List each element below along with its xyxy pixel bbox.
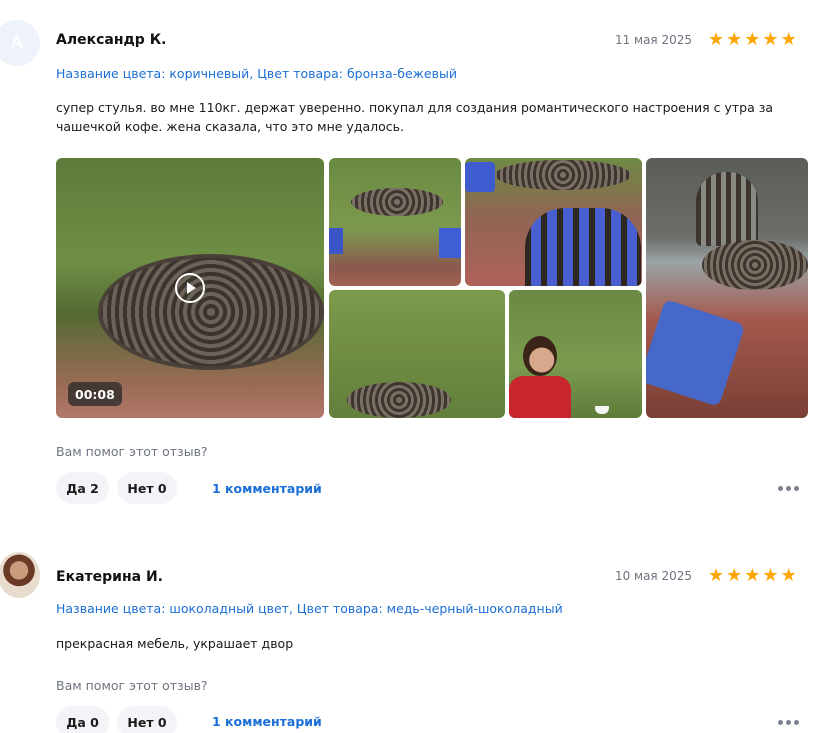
comments-link[interactable]: 1 комментарий <box>212 714 322 729</box>
vote-no-button[interactable]: Нет 0 <box>117 706 177 733</box>
star-icon: ★ <box>744 565 761 586</box>
variant-info: Название цвета: коричневый, Цвет товара:… <box>56 66 457 81</box>
star-icon: ★ <box>762 565 779 586</box>
photo-detail <box>646 299 746 407</box>
vote-yes-button[interactable]: Да 2 <box>56 472 109 504</box>
photo-detail <box>439 228 461 258</box>
avatar[interactable]: А <box>0 20 40 66</box>
photo-detail <box>347 382 451 418</box>
star-icon: ★ <box>726 29 743 50</box>
review-text: прекрасная мебель, украшает двор <box>56 636 294 651</box>
helpful-question: Вам помог этот отзыв? <box>56 678 208 693</box>
review-date: 10 мая 2025 <box>614 569 692 583</box>
vote-yes-button[interactable]: Да 0 <box>56 706 109 733</box>
review-date: 11 мая 2025 <box>614 33 692 47</box>
star-icon: ★ <box>744 29 761 50</box>
review-photo[interactable] <box>329 158 461 286</box>
review-author[interactable]: Екатерина И. <box>56 569 163 585</box>
review-photo[interactable] <box>465 158 642 286</box>
review-text: супер стулья. во мне 110кг. держат увере… <box>56 100 774 134</box>
avatar[interactable] <box>0 552 40 598</box>
review-card: Екатерина И. 10 мая 2025 ★ ★ ★ ★ ★ Назва… <box>0 540 838 733</box>
photo-detail <box>509 376 571 418</box>
avatar-letter: А <box>11 33 23 53</box>
variant-info: Название цвета: шоколадный цвет, Цвет то… <box>56 601 563 616</box>
photo-detail <box>525 208 641 286</box>
more-icon[interactable] <box>778 716 804 728</box>
star-icon: ★ <box>780 565 797 586</box>
review-photo[interactable] <box>509 290 642 418</box>
star-icon: ★ <box>780 29 797 50</box>
star-icon: ★ <box>762 29 779 50</box>
helpful-question: Вам помог этот отзыв? <box>56 444 208 459</box>
photo-detail <box>465 162 495 192</box>
photo-detail <box>595 406 609 414</box>
rating-stars: ★ ★ ★ ★ ★ <box>708 567 797 585</box>
photo-detail <box>495 160 631 190</box>
star-icon: ★ <box>708 29 725 50</box>
photo-detail <box>351 188 443 216</box>
review-video[interactable]: 00:08 <box>56 158 324 418</box>
more-icon[interactable] <box>778 482 804 494</box>
rating-stars: ★ ★ ★ ★ ★ <box>708 31 797 49</box>
star-icon: ★ <box>708 565 725 586</box>
photo-detail <box>329 228 343 254</box>
review-author[interactable]: Александр К. <box>56 32 166 48</box>
review-photo[interactable] <box>329 290 505 418</box>
photo-detail <box>696 172 758 246</box>
play-icon[interactable] <box>175 273 205 303</box>
comments-link[interactable]: 1 комментарий <box>212 481 322 496</box>
video-duration: 00:08 <box>68 382 122 406</box>
star-icon: ★ <box>726 565 743 586</box>
photo-detail <box>523 336 557 376</box>
vote-no-button[interactable]: Нет 0 <box>117 472 177 504</box>
review-photo[interactable] <box>646 158 808 418</box>
video-thumbnail-table <box>98 254 324 370</box>
review-card: А Александр К. 11 мая 2025 ★ ★ ★ ★ ★ Наз… <box>0 0 838 520</box>
photo-detail <box>702 240 808 290</box>
